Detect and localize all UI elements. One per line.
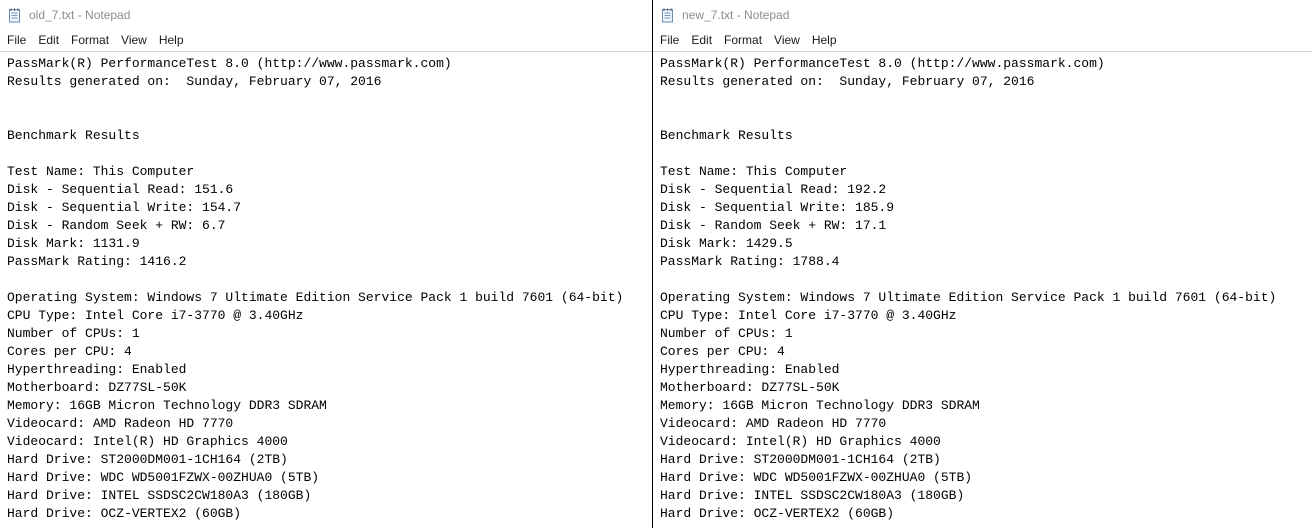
menu-file[interactable]: File: [0, 30, 32, 51]
text-line: Disk - Sequential Write: 185.9: [660, 200, 895, 215]
menu-edit[interactable]: Edit: [685, 30, 718, 51]
menu-edit[interactable]: Edit: [32, 30, 65, 51]
text-line: Disk - Sequential Write: 154.7: [7, 200, 242, 215]
text-line: Videocard: AMD Radeon HD 7770: [660, 416, 887, 431]
text-line: Hyperthreading: Enabled: [7, 362, 187, 377]
menu-view[interactable]: View: [768, 30, 806, 51]
text-line: Motherboard: DZ77SL-50K: [660, 380, 840, 395]
text-line: Results generated on: Sunday, February 0…: [660, 74, 1035, 89]
text-line: Videocard: AMD Radeon HD 7770: [7, 416, 234, 431]
text-line: Disk Mark: 1131.9: [7, 236, 140, 251]
text-line: [7, 271, 652, 289]
text-line: PassMark Rating: 1788.4: [660, 254, 840, 269]
text-line: Cores per CPU: 4: [660, 344, 785, 359]
text-editor-area[interactable]: PassMark(R) PerformanceTest 8.0 (http://…: [0, 51, 652, 528]
menu-help[interactable]: Help: [806, 30, 843, 51]
text-line: Disk - Random Seek + RW: 6.7: [7, 218, 226, 233]
menu-bar: File Edit Format View Help: [653, 30, 1312, 51]
menu-file[interactable]: File: [653, 30, 685, 51]
text-line: Disk - Random Seek + RW: 17.1: [660, 218, 887, 233]
window-title: old_7.txt - Notepad: [29, 8, 131, 22]
text-line: Videocard: Intel(R) HD Graphics 4000: [660, 434, 941, 449]
text-line: Disk - Sequential Read: 151.6: [7, 182, 234, 197]
text-line: Hard Drive: ST2000DM001-1CH164 (2TB): [660, 452, 941, 467]
menu-bar: File Edit Format View Help: [0, 30, 652, 51]
text-line: Disk - Sequential Read: 192.2: [660, 182, 887, 197]
text-line: Hyperthreading: Enabled: [660, 362, 840, 377]
text-line: Cores per CPU: 4: [7, 344, 132, 359]
text-line: [7, 91, 652, 109]
text-line: PassMark Rating: 1416.2: [7, 254, 187, 269]
text-line: PassMark(R) PerformanceTest 8.0 (http://…: [660, 56, 1105, 71]
text-line: [7, 145, 652, 163]
menu-format[interactable]: Format: [718, 30, 768, 51]
notepad-icon: [8, 8, 21, 23]
menu-view[interactable]: View: [115, 30, 153, 51]
text-line: Disk Mark: 1429.5: [660, 236, 793, 251]
menu-help[interactable]: Help: [153, 30, 190, 51]
text-line: Results generated on: Sunday, February 0…: [7, 74, 382, 89]
text-line: PassMark(R) PerformanceTest 8.0 (http://…: [7, 56, 452, 71]
notepad-window-new[interactable]: new_7.txt - Notepad File Edit Format View Hel…: [653, 0, 1312, 528]
text-line: Hard Drive: INTEL SSDSC2CW180A3 (180GB): [7, 488, 312, 503]
text-editor-area[interactable]: PassMark(R) PerformanceTest 8.0 (http://…: [653, 51, 1312, 528]
menu-format[interactable]: Format: [65, 30, 115, 51]
text-line: Benchmark Results: [660, 128, 793, 143]
text-line: [660, 91, 1312, 109]
text-line: CPU Type: Intel Core i7-3770 @ 3.40GHz: [7, 308, 304, 323]
notepad-icon: [661, 8, 674, 23]
text-line: Hard Drive: OCZ-VERTEX2 (60GB): [7, 506, 242, 521]
text-line: [7, 109, 652, 127]
text-line: Hard Drive: WDC WD5001FZWX-00ZHUA0 (5TB): [660, 470, 973, 485]
text-line: [660, 145, 1312, 163]
text-line: Memory: 16GB Micron Technology DDR3 SDRA…: [660, 398, 980, 413]
text-line: Hard Drive: INTEL SSDSC2CW180A3 (180GB): [660, 488, 965, 503]
text-line: Number of CPUs: 1: [7, 326, 140, 341]
text-line: Benchmark Results: [7, 128, 140, 143]
text-line: Hard Drive: WDC WD5001FZWX-00ZHUA0 (5TB): [7, 470, 320, 485]
text-line: Videocard: Intel(R) HD Graphics 4000: [7, 434, 288, 449]
text-line: Memory: 16GB Micron Technology DDR3 SDRA…: [7, 398, 327, 413]
text-line: Motherboard: DZ77SL-50K: [7, 380, 187, 395]
text-line: [660, 109, 1312, 127]
text-line: Operating System: Windows 7 Ultimate Edi…: [660, 290, 1277, 305]
text-line: Test Name: This Computer: [7, 164, 195, 179]
text-line: CPU Type: Intel Core i7-3770 @ 3.40GHz: [660, 308, 957, 323]
window-title: new_7.txt - Notepad: [682, 8, 790, 22]
text-line: Hard Drive: OCZ-VERTEX2 (60GB): [660, 506, 895, 521]
text-line: [660, 271, 1312, 289]
text-line: Operating System: Windows 7 Ultimate Edi…: [7, 290, 624, 305]
text-line: Hard Drive: ST2000DM001-1CH164 (2TB): [7, 452, 288, 467]
title-bar[interactable]: new_7.txt - Notepad: [653, 0, 1312, 30]
title-bar[interactable]: old_7.txt - Notepad: [0, 0, 652, 30]
text-line: Number of CPUs: 1: [660, 326, 793, 341]
notepad-window-old[interactable]: old_7.txt - Notepad File Edit Format View Hel…: [0, 0, 652, 528]
text-line: Test Name: This Computer: [660, 164, 848, 179]
